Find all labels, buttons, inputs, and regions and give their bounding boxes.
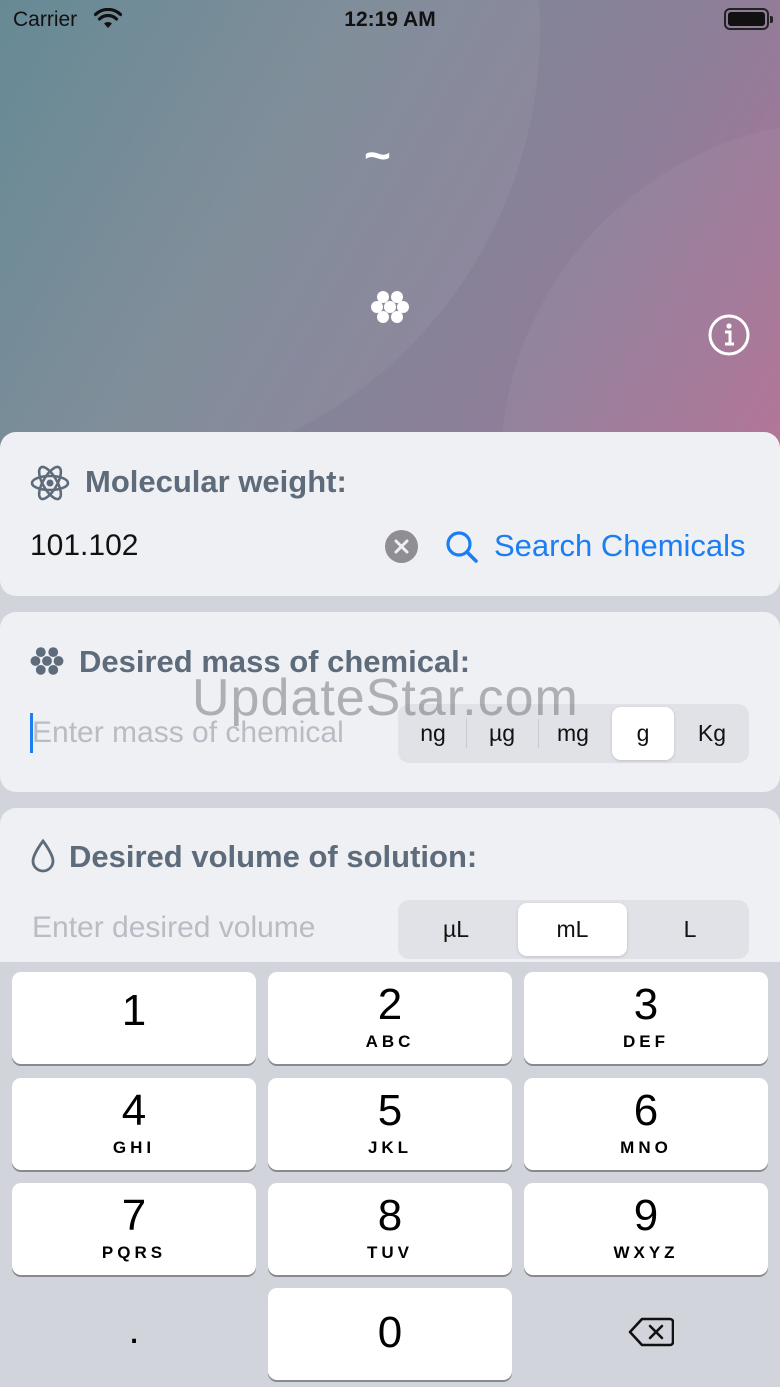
key-digit: 4: [121, 1086, 147, 1135]
key-7[interactable]: 7 PQRS: [12, 1183, 256, 1275]
key-6[interactable]: 6 MNO: [524, 1078, 768, 1170]
volume-unit-selector: µL mL L: [398, 900, 749, 959]
key-2[interactable]: 2 ABC: [268, 972, 512, 1064]
mass-unit-kg[interactable]: Kg: [678, 707, 746, 760]
key-letters: PQRS: [101, 1243, 167, 1262]
status-time: 12:19 AM: [344, 8, 436, 31]
header-banner: [0, 0, 780, 450]
key-5[interactable]: 5 JKL: [268, 1078, 512, 1170]
numeric-keypad: 1 2 ABC 3 DEF 4 GHI 5 JKL 6 MNO 7 PQRS 8…: [0, 962, 780, 1387]
molecular-weight-input[interactable]: 101.102: [30, 529, 138, 563]
battery-icon: [724, 8, 773, 30]
backspace-icon: [628, 1316, 675, 1353]
key-digit: 9: [633, 1191, 659, 1240]
key-letters: ABC: [365, 1032, 415, 1051]
key-letters: GHI: [112, 1138, 156, 1157]
cluster-dots-icon: [30, 645, 64, 682]
key-digit: 3: [633, 980, 659, 1029]
volume-unit-l[interactable]: L: [634, 903, 746, 956]
key-letters: JKL: [367, 1138, 413, 1157]
key-letters: TUV: [367, 1243, 413, 1262]
key-digit: 1: [121, 986, 147, 1035]
key-digit: 8: [377, 1191, 403, 1240]
watermark: UpdateStar.com: [192, 669, 579, 727]
key-4[interactable]: 4 GHI: [12, 1078, 256, 1170]
status-bar: Carrier 12:19 AM: [0, 0, 780, 40]
atom-icon: [30, 462, 70, 509]
key-digit: 0: [377, 1308, 403, 1357]
key-decimal-label: .: [128, 1308, 140, 1352]
volume-title: Desired volume of solution:: [69, 839, 478, 874]
clear-icon[interactable]: [385, 530, 418, 563]
search-chemicals-label: Search Chemicals: [494, 528, 746, 563]
molecular-weight-card: [0, 432, 780, 596]
key-0[interactable]: 0: [268, 1288, 512, 1380]
volume-input[interactable]: Enter desired volume: [32, 911, 315, 945]
key-digit: 2: [377, 980, 403, 1029]
key-backspace[interactable]: [524, 1288, 768, 1380]
tilde-symbol: ~: [364, 129, 391, 181]
key-9[interactable]: 9 WXYZ: [524, 1183, 768, 1275]
key-letters: MNO: [620, 1138, 672, 1157]
key-8[interactable]: 8 TUV: [268, 1183, 512, 1275]
mass-unit-g[interactable]: g: [612, 707, 674, 760]
key-1[interactable]: 1: [12, 972, 256, 1064]
cluster-dots-icon: [371, 289, 409, 330]
molecular-weight-title: Molecular weight:: [85, 464, 347, 499]
key-digit: 6: [633, 1086, 659, 1135]
key-decimal[interactable]: .: [12, 1288, 256, 1380]
drop-icon: [30, 838, 56, 879]
key-digit: 5: [377, 1086, 403, 1135]
key-letters: WXYZ: [613, 1243, 679, 1262]
key-letters: DEF: [623, 1032, 669, 1051]
volume-unit-ml[interactable]: mL: [518, 903, 627, 956]
key-3[interactable]: 3 DEF: [524, 972, 768, 1064]
search-icon: [445, 530, 479, 572]
info-icon[interactable]: [707, 313, 751, 362]
key-digit: 7: [121, 1191, 147, 1240]
volume-unit-ul[interactable]: µL: [401, 903, 511, 956]
